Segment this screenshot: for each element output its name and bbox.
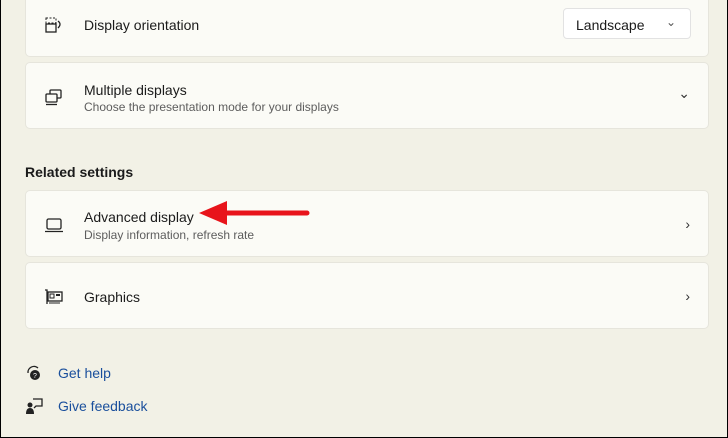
graphics-card-icon bbox=[45, 289, 63, 304]
red-arrow-annotation bbox=[199, 201, 310, 225]
advanced-display-description: Display information, refresh rate bbox=[84, 228, 255, 242]
multiple-displays-description: Choose the presentation mode for your di… bbox=[84, 100, 339, 114]
help-icon: ? bbox=[27, 365, 40, 380]
advanced-display-label: Advanced display bbox=[84, 209, 194, 225]
orientation-dropdown[interactable]: Landscape ⌄ bbox=[563, 8, 691, 39]
related-settings-heading: Related settings bbox=[25, 164, 134, 180]
give-feedback-link[interactable]: Give feedback bbox=[58, 398, 148, 414]
multiple-displays-icon bbox=[45, 89, 62, 106]
svg-text:?: ? bbox=[33, 373, 37, 380]
display-orientation-label: Display orientation bbox=[84, 17, 200, 33]
feedback-icon bbox=[26, 398, 43, 414]
multiple-displays-label: Multiple displays bbox=[84, 82, 187, 98]
display-orientation-card: Display orientation Landscape ⌄ bbox=[25, 0, 709, 57]
graphics-card[interactable]: Graphics › bbox=[25, 262, 709, 329]
multiple-displays-card[interactable]: Multiple displays Choose the presentatio… bbox=[25, 62, 709, 129]
get-help-link[interactable]: Get help bbox=[58, 365, 111, 381]
orientation-value: Landscape bbox=[576, 17, 645, 33]
advanced-display-card[interactable]: Advanced display Display information, re… bbox=[25, 190, 709, 257]
chevron-down-icon: ⌄ bbox=[665, 15, 676, 29]
chevron-right-icon: › bbox=[685, 288, 690, 304]
chevron-right-icon: › bbox=[685, 216, 690, 232]
laptop-icon bbox=[45, 218, 63, 233]
graphics-label: Graphics bbox=[84, 289, 141, 305]
rotate-display-icon bbox=[45, 17, 61, 33]
chevron-down-icon[interactable]: ⌄ bbox=[678, 85, 690, 102]
